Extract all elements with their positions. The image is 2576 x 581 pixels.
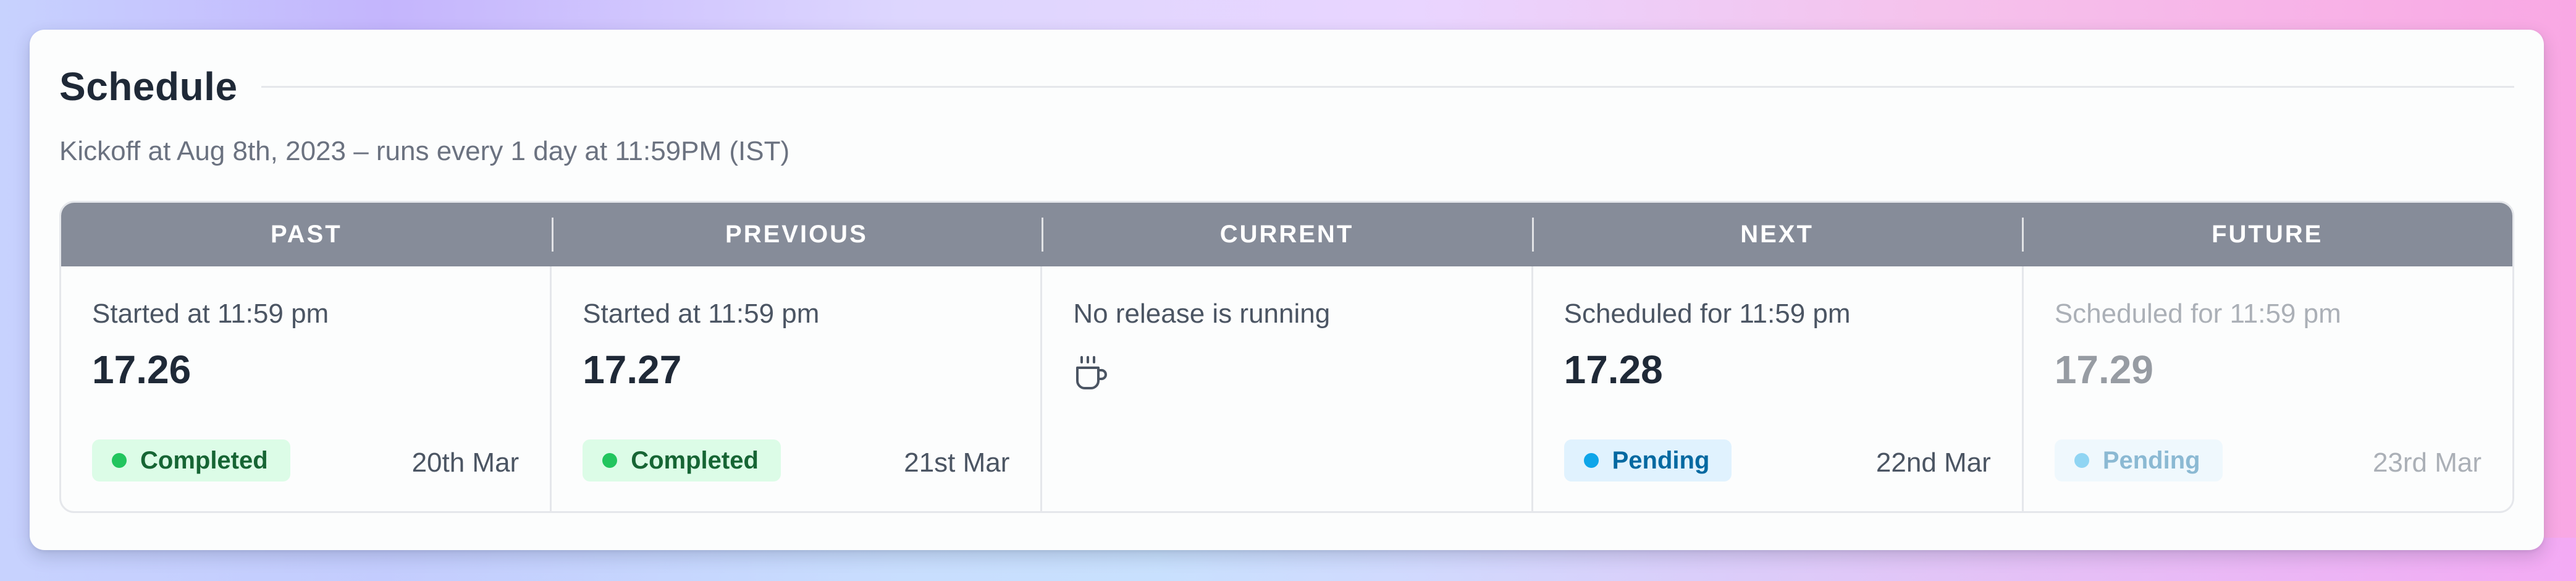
header-past: PAST <box>270 221 342 248</box>
release-column-previous[interactable]: Started at 11:59 pm 17.27 Completed 21st… <box>550 266 1040 511</box>
status-badge-label: Pending <box>1612 446 1710 474</box>
header-future: FUTURE <box>2022 203 2512 266</box>
status-badge: Pending <box>1564 439 1732 481</box>
release-column-future[interactable]: Scheduled for 11:59 pm 17.29 Pending 23r… <box>2021 266 2512 511</box>
status-dot-icon <box>1583 453 1599 468</box>
status-badge-label: Completed <box>631 446 759 474</box>
release-started-label: Started at 11:59 pm <box>92 299 329 329</box>
no-release-label: No release is running <box>1073 299 1331 329</box>
release-column-current: No release is running <box>1040 266 1531 511</box>
status-badge: Completed <box>583 439 781 481</box>
release-column-past[interactable]: Started at 11:59 pm 17.26 Completed 20th… <box>61 266 550 511</box>
release-column-next[interactable]: Scheduled for 11:59 pm 17.28 Pending 22n… <box>1531 266 2022 511</box>
timeline-columns: Started at 11:59 pm 17.26 Completed 20th… <box>61 266 2512 511</box>
status-dot-icon <box>2074 453 2089 468</box>
schedule-subtitle: Kickoff at Aug 8th, 2023 – runs every 1 … <box>59 136 790 166</box>
release-scheduled-label: Scheduled for 11:59 pm <box>1564 299 1851 329</box>
release-started-label: Started at 11:59 pm <box>583 299 820 329</box>
release-date: 22nd Mar <box>1875 447 1991 478</box>
header-previous: PREVIOUS <box>551 203 1042 266</box>
status-dot-icon <box>112 453 127 468</box>
header-next: NEXT <box>1531 203 2022 266</box>
release-date: 23rd Mar <box>2372 447 2482 478</box>
status-badge: Pending <box>2054 439 2223 481</box>
release-date: 20th Mar <box>411 447 520 478</box>
release-scheduled-label: Scheduled for 11:59 pm <box>2054 299 2341 329</box>
header-current: CURRENT <box>1042 203 1532 266</box>
status-badge-label: Pending <box>2102 446 2200 474</box>
status-badge-label: Completed <box>140 446 268 474</box>
release-version: 17.28 <box>1564 347 1663 392</box>
release-version: 17.27 <box>583 347 682 392</box>
status-badge: Completed <box>92 439 290 481</box>
release-version: 17.29 <box>2054 347 2153 392</box>
release-timeline: PAST PREVIOUS CURRENT NEXT FUTURE Starte… <box>59 201 2514 513</box>
page-title: Schedule <box>59 64 238 109</box>
schedule-header: Schedule <box>59 56 2514 117</box>
title-divider <box>261 85 2514 88</box>
status-dot-icon <box>602 453 618 468</box>
schedule-card: Schedule Kickoff at Aug 8th, 2023 – runs… <box>30 30 2544 550</box>
timeline-header-row: PAST PREVIOUS CURRENT NEXT FUTURE <box>61 203 2512 266</box>
release-version: 17.26 <box>92 347 192 392</box>
release-date: 21st Mar <box>904 447 1010 478</box>
coffee-icon <box>1076 356 1108 389</box>
